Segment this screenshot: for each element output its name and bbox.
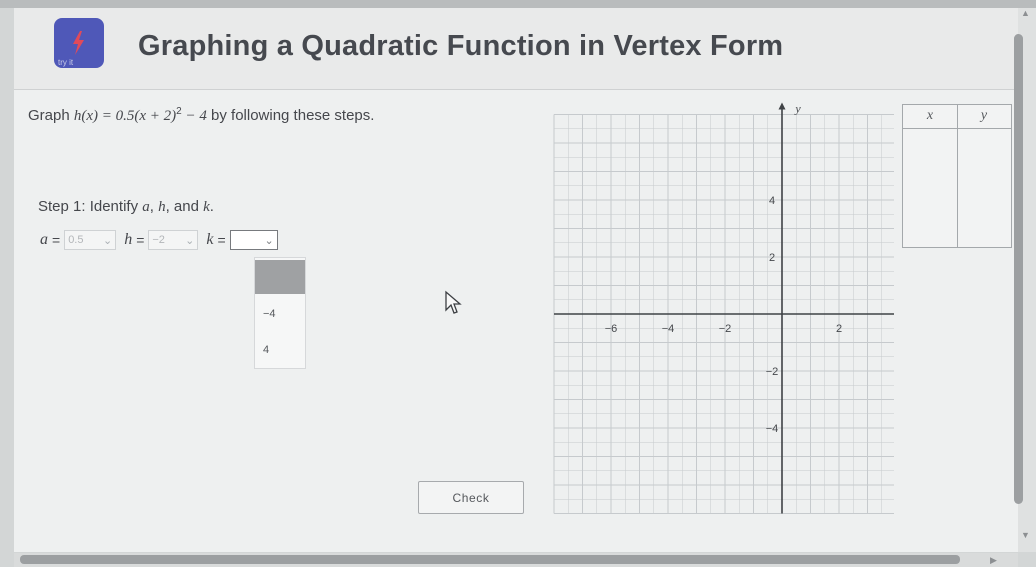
y-axis-label: y	[794, 102, 801, 116]
mouse-pointer-icon	[445, 290, 462, 314]
check-button[interactable]: Check	[418, 481, 524, 514]
y-tick-label: 2	[769, 252, 775, 264]
chevron-down-icon: ⌄	[185, 234, 195, 247]
header: try it Graphing a Quadratic Function in …	[14, 8, 1018, 90]
a-select-value: 0.5	[68, 234, 84, 246]
y-axis-arrow-icon	[778, 102, 786, 110]
lightning-icon	[73, 31, 84, 55]
x-tick-label: −6	[605, 323, 618, 335]
scroll-up-arrow-icon[interactable]: ▲	[1021, 8, 1030, 18]
chevron-down-icon: ⌄	[102, 234, 113, 247]
function-expression: h(x) = 0.5(x + 2)	[73, 108, 177, 124]
step1-label: Step 1: Identify a, h, and k.	[38, 198, 214, 216]
table-header-x: x	[926, 108, 934, 123]
y-tick-label: −2	[766, 366, 779, 378]
xy-table: x y	[902, 104, 1012, 248]
dropdown-option-blank[interactable]	[255, 260, 305, 294]
step1-sep2: , and	[165, 198, 204, 215]
instruction-text: Graph h(x) = 0.5(x + 2)2 − 4 by followin…	[28, 106, 374, 125]
h-select-value: −2	[152, 234, 165, 246]
content-panel: Graph h(x) = 0.5(x + 2) 2 − 4 by followin…	[14, 90, 1018, 552]
top-strip	[0, 0, 1036, 8]
x-tick-label: 2	[836, 323, 842, 335]
a-select[interactable]: 0.5 ⌄	[64, 230, 117, 250]
step1-sep1: ,	[149, 198, 159, 215]
function-tail: − 4	[181, 108, 207, 124]
step1-end: .	[209, 198, 214, 215]
step1-prefix: Step 1: Identify	[38, 198, 143, 215]
scroll-right-arrow-icon[interactable]: ▶	[990, 555, 997, 566]
step1-var-k: k	[203, 199, 210, 215]
table-header-y: y	[980, 108, 988, 123]
k-equals: =	[217, 232, 226, 248]
y-tick-label: 4	[769, 195, 775, 207]
dropdown-option[interactable]: 4	[255, 330, 305, 366]
graph-labels: −6−4−2242−2−4xy	[605, 102, 842, 436]
vertical-scrollbar-thumb[interactable]	[1014, 34, 1023, 504]
table-divider	[957, 105, 958, 247]
scroll-down-arrow-icon[interactable]: ▼	[1021, 530, 1030, 540]
logo-caption: try it	[58, 58, 74, 67]
k-dropdown-menu: −4 4	[254, 257, 306, 369]
y-tick-label: −4	[766, 423, 779, 435]
h-label: h	[124, 231, 133, 248]
x-tick-label: −4	[662, 323, 675, 335]
instruction-prefix: Graph	[28, 107, 74, 124]
step1-var-a: a	[142, 199, 150, 215]
answer-row: a = 0.5 ⌄ h = −2 ⌄ k = ⌄	[40, 230, 286, 250]
k-label: k	[206, 231, 214, 248]
horizontal-scrollbar-thumb[interactable]	[20, 555, 960, 564]
h-select[interactable]: −2 ⌄	[148, 230, 199, 250]
chevron-down-icon: ⌄	[264, 234, 274, 247]
step1-var-h: h	[158, 199, 166, 215]
coordinate-graph[interactable]: −6−4−2242−2−4xy	[539, 100, 894, 520]
graph-axes	[554, 102, 894, 514]
instruction-suffix: by following these steps.	[206, 107, 375, 124]
page-title: Graphing a Quadratic Function in Vertex …	[138, 30, 784, 62]
x-tick-label: −2	[719, 323, 732, 335]
h-equals: =	[136, 232, 145, 248]
a-label: a	[40, 231, 48, 248]
k-select[interactable]: ⌄	[229, 230, 278, 250]
dropdown-option[interactable]: −4	[255, 294, 305, 330]
a-equals: =	[52, 232, 61, 248]
